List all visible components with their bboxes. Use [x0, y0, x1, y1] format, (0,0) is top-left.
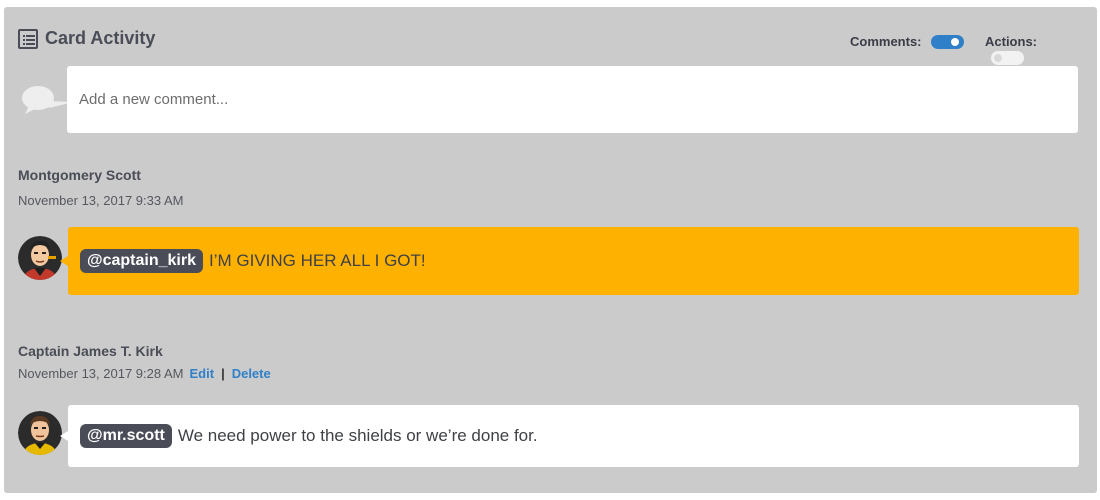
- list-icon: [18, 29, 38, 49]
- comment-author[interactable]: Captain James T. Kirk: [18, 343, 163, 359]
- comment-bubble-highlighted: @captain_kirk I’M GIVING HER ALL I GOT!: [60, 227, 1079, 295]
- kirk-avatar-icon: [18, 411, 62, 455]
- comments-toggle-label: Comments:: [850, 34, 922, 50]
- edit-link[interactable]: Edit: [190, 366, 215, 381]
- link-separator: |: [221, 366, 225, 381]
- toggle-knob: [994, 53, 1002, 62]
- avatar-james-kirk[interactable]: [18, 411, 62, 455]
- delete-link[interactable]: Delete: [232, 366, 271, 381]
- comment-meta: November 13, 2017 9:28 AM Edit | Delete: [18, 366, 271, 381]
- comment-timestamp: November 13, 2017 9:33 AM: [18, 193, 184, 208]
- speech-bubble-icon: [22, 86, 73, 114]
- comments-toggle-group: Comments:: [850, 33, 965, 50]
- mention-tag[interactable]: @captain_kirk: [80, 249, 203, 273]
- new-comment-input[interactable]: [67, 66, 1078, 133]
- bubble-tail: [60, 256, 68, 266]
- comments-toggle[interactable]: [931, 34, 965, 49]
- card-activity-panel: Card Activity Comments: Actions: Montgom…: [4, 7, 1097, 493]
- activity-header: Card Activity Comments: Actions:: [18, 27, 1077, 65]
- mention-tag[interactable]: @mr.scott: [80, 424, 172, 448]
- actions-toggle-label: Actions:: [985, 34, 1037, 50]
- scotty-avatar-icon: [18, 236, 62, 280]
- comment-author[interactable]: Montgomery Scott: [18, 167, 141, 183]
- toggle-knob: [951, 37, 960, 46]
- comment-text: We need power to the shields or we’re do…: [177, 426, 538, 445]
- comment-text: I’M GIVING HER ALL I GOT!: [208, 251, 426, 270]
- comment-timestamp: November 13, 2017 9:28 AM: [18, 366, 184, 381]
- comment-bubble: @mr.scott We need power to the shields o…: [60, 405, 1079, 467]
- actions-toggle-group: Actions:: [985, 33, 1077, 65]
- avatar-montgomery-scott[interactable]: [18, 236, 62, 280]
- bubble-tail: [60, 431, 68, 441]
- panel-title: Card Activity: [45, 28, 156, 48]
- actions-toggle[interactable]: [991, 50, 1024, 65]
